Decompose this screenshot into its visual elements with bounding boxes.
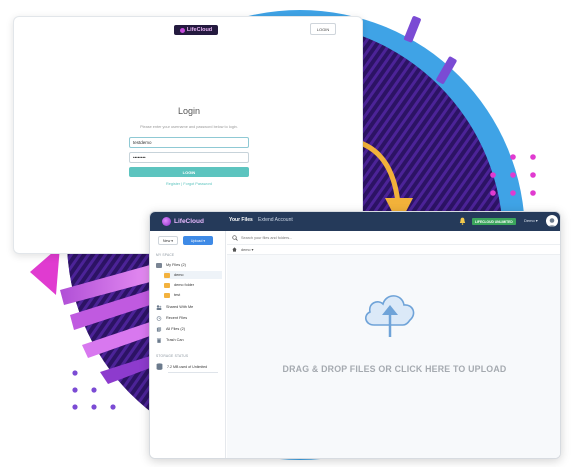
nav-tab-your-files[interactable]: Your Files (229, 217, 253, 223)
login-subtitle: Please enter your username and password … (140, 125, 238, 129)
nav-tab-extend-account[interactable]: Extend Account (258, 217, 293, 223)
sidebar-folder-test[interactable]: test (164, 291, 222, 299)
password-field[interactable]: •••••••• (129, 152, 249, 163)
sidebar-item-label: demo folder (174, 283, 195, 287)
login-title: Login (177, 106, 201, 116)
upload-dropzone[interactable]: DRAG & DROP FILES OR CLICK HERE TO UPLOA… (227, 255, 560, 458)
sidebar-folder-demo-folder[interactable]: demo folder (164, 281, 222, 289)
folder-icon (164, 292, 170, 298)
app-logo[interactable]: LifeCloud (162, 216, 214, 227)
breadcrumb: demo ▾ (227, 245, 560, 255)
notification-bell-icon[interactable] (459, 217, 466, 225)
files-icon (156, 326, 162, 332)
storage-bar (168, 372, 218, 373)
username-field[interactable]: testdemo (129, 137, 249, 148)
sidebar: New ▾ Upload ▾ MY SPACE My Files (2) dem… (150, 231, 226, 458)
home-icon[interactable] (232, 247, 237, 252)
avatar[interactable] (546, 215, 558, 227)
folder-icon (164, 282, 170, 288)
sidebar-item-label: All Files (2) (166, 327, 185, 331)
user-avatar-icon (547, 218, 557, 227)
search-bar (227, 231, 560, 245)
new-button[interactable]: New ▾ (158, 236, 178, 245)
sidebar-item-trash[interactable]: Trash Can (156, 336, 224, 344)
login-submit-button[interactable]: LOGIN (129, 167, 249, 177)
clock-icon (156, 315, 162, 321)
search-input[interactable] (241, 234, 361, 242)
breadcrumb-current[interactable]: demo ▾ (241, 247, 253, 252)
app-brand: LifeCloud (174, 218, 204, 225)
folder-icon (156, 262, 162, 268)
sidebar-item-label: demo (174, 273, 184, 277)
sidebar-item-recent[interactable]: Recent Files (156, 314, 224, 322)
sidebar-item-label: test (174, 293, 181, 297)
sidebar-item-my-files[interactable]: My Files (2) (156, 261, 224, 269)
cloud-upload-icon (365, 295, 415, 337)
top-navbar: LifeCloud Your Files Extend Account LIFE… (150, 212, 560, 231)
plan-badge: LIFECLOUD UNLIMITED (472, 218, 516, 225)
search-icon (232, 235, 238, 241)
dropzone-text: DRAG & DROP FILES OR CLICK HERE TO UPLOA… (282, 364, 507, 374)
sidebar-folder-demo[interactable]: demo (164, 271, 222, 279)
database-icon (156, 363, 163, 370)
main-panel: demo ▾ DRAG & DROP FILES OR CLICK HERE T… (227, 231, 560, 458)
folder-icon (164, 272, 170, 278)
upload-button[interactable]: Upload ▾ (183, 236, 213, 245)
storage-status: 7.2 MB used of Unlimited (156, 362, 222, 371)
sidebar-item-shared[interactable]: Shared With Me (156, 303, 224, 311)
user-menu[interactable]: Demo ▾ (524, 218, 538, 223)
sidebar-item-label: Recent Files (166, 316, 188, 320)
sidebar-item-label: Shared With Me (166, 305, 194, 309)
header-login-button[interactable]: LOGIN (310, 23, 336, 35)
login-brand: LifeCloud (186, 27, 213, 33)
sidebar-section-storage: STORAGE STATUS (156, 354, 189, 358)
lifecloud-logo-icon (162, 217, 171, 226)
sidebar-item-label: Trash Can (166, 338, 184, 342)
sidebar-item-label: My Files (2) (166, 263, 186, 267)
trash-icon (156, 338, 162, 343)
sidebar-section-my-space: MY SPACE (156, 253, 175, 257)
page-canvas: LifeCloud LOGIN Login Please enter your … (0, 0, 576, 467)
sidebar-item-all-files[interactable]: All Files (2) (156, 325, 224, 333)
lifecloud-logo-icon (179, 27, 185, 33)
login-logo: LifeCloud (174, 25, 218, 35)
storage-used-text: 7.2 MB used of Unlimited (167, 364, 208, 369)
login-links[interactable]: Register | Forgot Password (14, 182, 364, 186)
app-window: LifeCloud Your Files Extend Account LIFE… (149, 211, 561, 459)
shared-users-icon (156, 304, 162, 310)
